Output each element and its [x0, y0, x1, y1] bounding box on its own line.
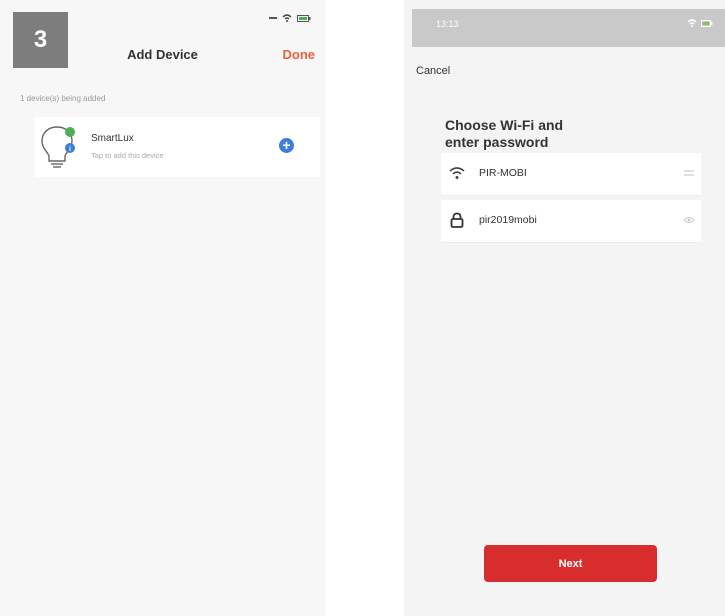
- done-button[interactable]: Done: [283, 47, 316, 62]
- wifi-status-icon: [687, 19, 697, 27]
- lock-icon: [450, 212, 464, 228]
- page-title: Add Device: [127, 47, 198, 62]
- svg-text:i: i: [69, 146, 71, 153]
- title-line-2: enter password: [445, 134, 549, 150]
- status-bar: 13:13: [412, 9, 725, 47]
- wifi-status-icon: [282, 14, 292, 22]
- device-list-item[interactable]: i SmartLux Tap to add this device +: [35, 117, 320, 177]
- add-device-screen: 3 Add Device Done 1 device(s) being adde…: [0, 0, 325, 616]
- cancel-button[interactable]: Cancel: [416, 65, 450, 77]
- add-device-button[interactable]: +: [279, 138, 294, 153]
- signal-icon: [269, 17, 277, 19]
- title-line-1: Choose Wi-Fi and: [445, 117, 564, 133]
- wifi-icon: [449, 167, 465, 179]
- switch-network-icon[interactable]: [683, 168, 695, 178]
- device-name: SmartLux: [91, 133, 134, 144]
- device-subtitle: Tap to add this device: [91, 151, 164, 160]
- password-field[interactable]: [441, 200, 701, 243]
- status-icons: [269, 14, 311, 22]
- next-button[interactable]: Next: [484, 545, 657, 582]
- show-password-icon[interactable]: [683, 215, 695, 225]
- wifi-network-field[interactable]: [441, 153, 701, 196]
- password-input[interactable]: [479, 214, 659, 226]
- wifi-ssid-input[interactable]: [479, 167, 659, 179]
- battery-icon: [297, 14, 311, 22]
- status-icons: [687, 19, 713, 27]
- battery-icon: [701, 19, 713, 27]
- page-title: Choose Wi-Fi and enter password: [445, 117, 645, 151]
- lightbulb-icon: i: [41, 126, 75, 168]
- status-time: 13:13: [436, 19, 459, 29]
- wifi-setup-screen: 13:13 Cancel Choose Wi-Fi and enter pass…: [404, 0, 725, 616]
- section-label: 1 device(s) being added: [20, 94, 106, 103]
